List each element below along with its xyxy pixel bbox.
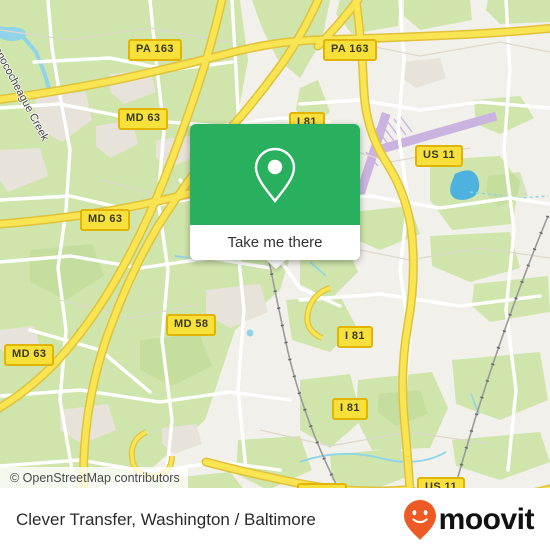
road-shield-i-81-south[interactable]: I 81 [332,398,368,420]
map-pin-icon [254,147,296,203]
osm-attribution-text: © OpenStreetMap contributors [10,471,180,485]
take-me-there-button[interactable]: Take me there [190,225,360,260]
moovit-brand[interactable]: moovit [403,499,535,541]
popup-card-tail [265,259,287,269]
take-me-there-label: Take me there [227,234,323,251]
popup-card[interactable]: Take me there [190,124,360,260]
popup-card-header [190,124,360,225]
road-shield-us-11-north[interactable]: US 11 [415,145,463,167]
road-shield-md-58-west[interactable]: MD 58 [166,314,217,336]
map-canvas[interactable]: Conococheague Creek PA 163 PA 163 MD 63 … [0,0,550,550]
road-shield-pa-163-west[interactable]: PA 163 [128,39,182,61]
osm-attribution[interactable]: © OpenStreetMap contributors [0,467,188,489]
road-shield-i-81-mid[interactable]: I 81 [337,326,373,348]
moovit-pin-smiley-icon [403,499,436,540]
road-shield-md-63-north[interactable]: MD 63 [118,108,169,130]
road-shield-md-63-south[interactable]: MD 63 [4,344,55,366]
road-shield-md-63-mid[interactable]: MD 63 [80,209,131,231]
footer-bar: Clever Transfer, Washington / Baltimore … [0,488,550,550]
moovit-wordmark: moovit [438,502,535,536]
place-title: Clever Transfer, Washington / Baltimore [16,509,316,529]
map-screenshot: Conococheague Creek PA 163 PA 163 MD 63 … [0,0,550,550]
road-shield-pa-163-east[interactable]: PA 163 [323,39,377,61]
